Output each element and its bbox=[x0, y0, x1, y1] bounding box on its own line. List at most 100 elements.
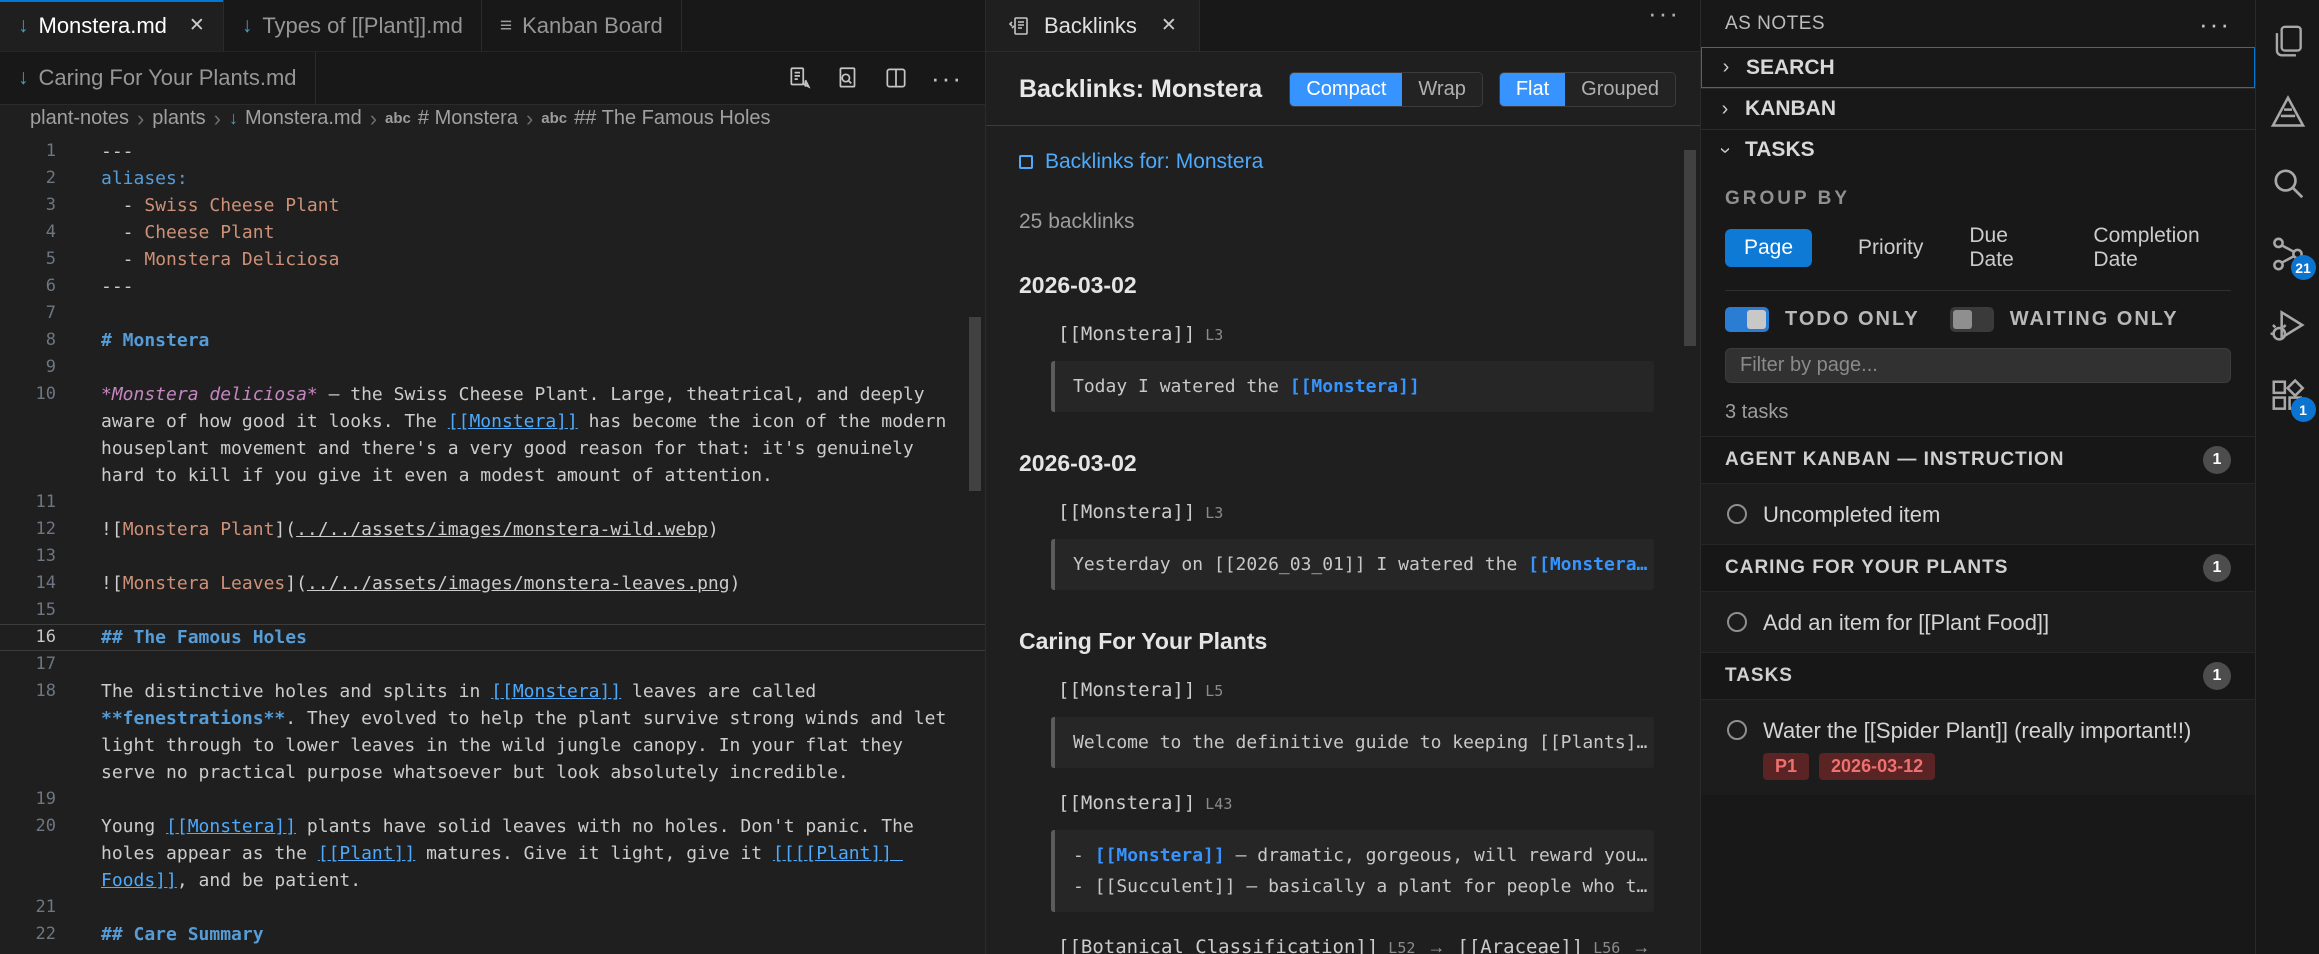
code-line: 4 - Cheese Plant bbox=[0, 219, 985, 246]
btn-flat[interactable]: Flat bbox=[1500, 73, 1565, 106]
code-editor[interactable]: 1---2aliases:3 - Swiss Cheese Plant4 - C… bbox=[0, 132, 985, 954]
backlink-group-heading[interactable]: 2026-03-02 bbox=[1019, 450, 1654, 477]
section-tasks[interactable]: ›TASKS bbox=[1701, 129, 2255, 170]
backlinks-more-icon[interactable]: ··· bbox=[1648, 8, 1680, 18]
code-line: 13 bbox=[0, 543, 985, 570]
tab-row-2: ↓Caring For Your Plants.md bbox=[0, 52, 985, 105]
btn-wrap[interactable]: Wrap bbox=[1402, 73, 1481, 106]
code-line: 19 bbox=[0, 786, 985, 813]
backlinks-title: Backlinks: Monstera bbox=[1019, 75, 1273, 104]
task-checkbox[interactable] bbox=[1727, 720, 1747, 740]
task-row[interactable]: Water the [[Spider Plant]] (really impor… bbox=[1701, 700, 2255, 795]
task-group-tasks[interactable]: TASKS1 bbox=[1701, 652, 2255, 700]
code-line: 2aliases: bbox=[0, 165, 985, 192]
arrow-right-icon: → bbox=[1427, 937, 1445, 954]
section-search[interactable]: ›SEARCH bbox=[1701, 47, 2255, 88]
backlink-ref[interactable]: [[Monstera]]L3 bbox=[1058, 323, 1654, 345]
toggle-todo-only[interactable] bbox=[1725, 307, 1769, 332]
backlink-quote[interactable]: Today I watered the [[Monstera]] bbox=[1051, 361, 1654, 412]
backlink-ref[interactable]: [[Monstera]]L43 bbox=[1058, 792, 1654, 814]
section-kanban[interactable]: ›KANBAN bbox=[1701, 88, 2255, 129]
debug-icon[interactable] bbox=[2269, 306, 2307, 344]
wiki-link[interactable]: [[Monstera]] bbox=[166, 816, 296, 837]
segmented-control: FlatGrouped bbox=[1499, 72, 1676, 107]
breadcrumb-item[interactable]: ↓Monstera.md bbox=[229, 107, 362, 130]
task-badge: P1 bbox=[1763, 753, 1809, 780]
backlink-quote[interactable]: Yesterday on [[2026_03_01]] I watered th… bbox=[1051, 539, 1654, 590]
image-path-link[interactable]: ../../assets/images/monstera-wild.webp bbox=[296, 519, 708, 540]
breadcrumb-item[interactable]: plants bbox=[152, 107, 205, 130]
wiki-link[interactable]: [[[[Plant]] bbox=[773, 843, 903, 864]
close-icon[interactable]: ✕ bbox=[1161, 14, 1177, 37]
breadcrumb-item[interactable]: abc# Monstera bbox=[385, 107, 518, 130]
code-line: 10*Monstera deliciosa* — the Swiss Chees… bbox=[0, 381, 985, 408]
backlink-ref[interactable]: [[Monstera]]L5 bbox=[1058, 679, 1654, 701]
backlink-ref[interactable]: [[Botanical Classification]]L52→[[Aracea… bbox=[1058, 936, 1654, 954]
task-checkbox[interactable] bbox=[1727, 612, 1747, 632]
tab-label: Monstera.md bbox=[39, 13, 167, 39]
chevron-icon: › bbox=[1714, 138, 1737, 162]
code-line: 5 - Monstera Deliciosa bbox=[0, 246, 985, 273]
filter-by-page-input[interactable] bbox=[1725, 348, 2231, 383]
code-line: 12![Monstera Plant](../../assets/images/… bbox=[0, 516, 985, 543]
code-line: 17 bbox=[0, 651, 985, 678]
tab-types-of-plant-md[interactable]: ↓Types of [[Plant]].md bbox=[224, 0, 482, 51]
backlink-quote[interactable]: Welcome to the definitive guide to keepi… bbox=[1051, 717, 1654, 768]
code-line: 22## Care Summary bbox=[0, 921, 985, 948]
as-notes-header: AS NOTES ··· bbox=[1701, 0, 2255, 47]
search-editor-icon[interactable] bbox=[835, 65, 861, 91]
wiki-link[interactable]: [[Monstera]] bbox=[448, 411, 578, 432]
groupby-due-date[interactable]: Due Date bbox=[1969, 224, 2047, 272]
image-path-link[interactable]: ../../assets/images/monstera-leaves.png bbox=[307, 573, 730, 594]
close-icon[interactable]: ✕ bbox=[189, 14, 205, 37]
wiki-link[interactable]: [[Plant]] bbox=[318, 843, 416, 864]
graph-view-icon[interactable]: 21 bbox=[2269, 235, 2307, 273]
markdown-icon: ↓ bbox=[229, 108, 238, 129]
tab-caring-for-your-plants-md[interactable]: ↓Caring For Your Plants.md bbox=[0, 52, 316, 104]
task-row[interactable]: Uncompleted item bbox=[1701, 484, 2255, 544]
backlinks-for-link[interactable]: Backlinks for: Monstera bbox=[1019, 150, 1654, 174]
task-checkbox[interactable] bbox=[1727, 504, 1747, 524]
editor-more-icon[interactable]: ··· bbox=[931, 73, 963, 83]
breadcrumb-label: ## The Famous Holes bbox=[574, 107, 770, 130]
split-editor-icon[interactable] bbox=[883, 65, 909, 91]
btn-compact[interactable]: Compact bbox=[1290, 73, 1402, 106]
tab-monstera-md[interactable]: ↓Monstera.md✕ bbox=[0, 0, 224, 51]
groupby-completion-date[interactable]: Completion Date bbox=[2093, 224, 2231, 272]
task-row[interactable]: Add an item for [[Plant Food]] bbox=[1701, 592, 2255, 652]
groupby-priority[interactable]: Priority bbox=[1858, 236, 1923, 260]
code-line: 8# Monstera bbox=[0, 327, 985, 354]
backlink-group-heading[interactable]: 2026-03-02 bbox=[1019, 272, 1654, 299]
tab-backlinks[interactable]: Backlinks ✕ bbox=[986, 0, 1200, 51]
task-group-count-badge: 1 bbox=[2203, 554, 2231, 582]
extensions-icon[interactable]: 1 bbox=[2269, 377, 2307, 415]
line-number: 22 bbox=[0, 921, 56, 948]
editor-scrollbar[interactable] bbox=[969, 317, 981, 491]
breadcrumb-item[interactable]: abc## The Famous Holes bbox=[541, 107, 770, 130]
breadcrumb-item[interactable]: plant-notes bbox=[30, 107, 129, 130]
task-group-agent-kanban-instruction[interactable]: AGENT KANBAN — INSTRUCTION1 bbox=[1701, 436, 2255, 484]
tab-kanban-board[interactable]: ≡Kanban Board bbox=[482, 0, 682, 51]
backlink-ref[interactable]: [[Monstera]]L3 bbox=[1058, 501, 1654, 523]
task-groups: AGENT KANBAN — INSTRUCTION1Uncompleted i… bbox=[1701, 436, 2255, 795]
groupby-page[interactable]: Page bbox=[1725, 229, 1812, 267]
divider bbox=[1725, 290, 2231, 291]
as-notes-logo-icon[interactable] bbox=[2269, 93, 2307, 131]
code-line: 14![Monstera Leaves](../../assets/images… bbox=[0, 570, 985, 597]
wiki-link[interactable]: Foods]] bbox=[101, 870, 177, 891]
wiki-link[interactable]: [[Monstera]] bbox=[491, 681, 621, 702]
panel-more-icon[interactable]: ··· bbox=[2199, 19, 2231, 29]
line-number: 17 bbox=[0, 651, 56, 678]
backlinks-body: Backlinks for: Monstera 25 backlinks 202… bbox=[986, 126, 1700, 954]
backlinks-scrollbar[interactable] bbox=[1684, 150, 1696, 346]
backlink-quote[interactable]: - [[Monstera]] — dramatic, gorgeous, wil… bbox=[1051, 830, 1654, 912]
explorer-copy-icon[interactable] bbox=[2269, 22, 2307, 60]
toggle-waiting-only[interactable] bbox=[1950, 307, 1994, 332]
search-icon[interactable] bbox=[2269, 164, 2307, 202]
task-group-caring-for-your-plants[interactable]: CARING FOR YOUR PLANTS1 bbox=[1701, 544, 2255, 592]
backlink-group-heading[interactable]: Caring For Your Plants bbox=[1019, 628, 1654, 655]
btn-grouped[interactable]: Grouped bbox=[1565, 73, 1675, 106]
open-preview-icon[interactable] bbox=[787, 65, 813, 91]
backlink-item: [[Botanical Classification]]L52→[[Aracea… bbox=[1058, 936, 1654, 954]
line-number bbox=[0, 867, 56, 894]
